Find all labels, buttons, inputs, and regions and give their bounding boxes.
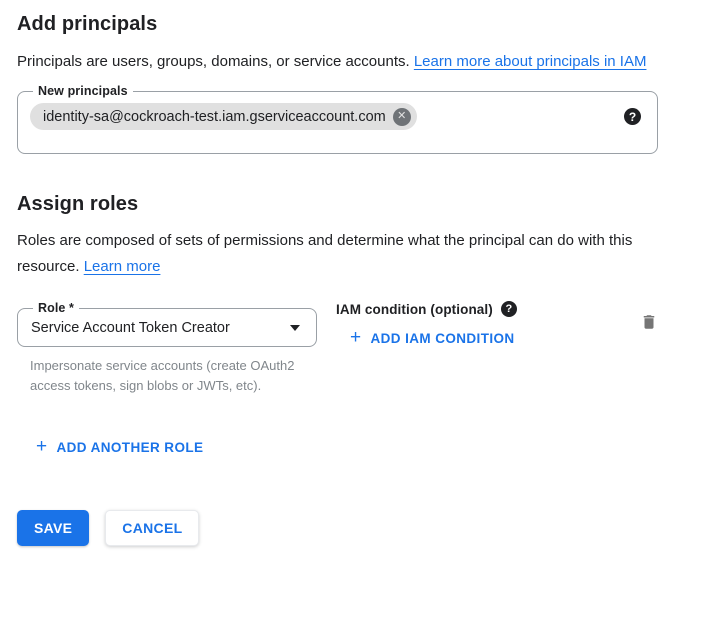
roles-description: Roles are composed of sets of permission… <box>17 228 658 280</box>
role-select[interactable]: Service Account Token Creator <box>30 317 304 336</box>
add-principals-panel: Add principals Principals are users, gro… <box>0 0 713 546</box>
chip-remove-icon[interactable]: ✕ <box>393 108 411 126</box>
principal-chip-text: identity-sa@cockroach-test.iam.gservicea… <box>43 109 386 125</box>
learn-more-roles-link[interactable]: Learn more <box>84 258 161 275</box>
role-label: Role * <box>33 301 79 315</box>
iam-condition-label: IAM condition (optional) <box>336 302 493 317</box>
add-another-role-label: ADD ANOTHER ROLE <box>57 440 204 455</box>
role-helper-text: Impersonate service accounts (create OAu… <box>30 356 302 396</box>
role-row: Role * Service Account Token Creator Imp… <box>17 301 658 396</box>
learn-more-principals-link[interactable]: Learn more about principals in IAM <box>414 53 647 70</box>
page-title: Add principals <box>17 13 658 36</box>
principals-help-icon[interactable]: ? <box>624 108 641 125</box>
new-principals-content: identity-sa@cockroach-test.iam.gservicea… <box>30 103 645 130</box>
iam-condition-label-row: IAM condition (optional) ? <box>336 301 640 317</box>
principals-description: Principals are users, groups, domains, o… <box>17 49 658 75</box>
iam-condition-column: IAM condition (optional) ? + ADD IAM CON… <box>317 301 640 349</box>
delete-role-button[interactable] <box>640 311 658 336</box>
add-another-role-button[interactable]: + ADD ANOTHER ROLE <box>36 438 203 457</box>
principals-description-text: Principals are users, groups, domains, o… <box>17 53 414 70</box>
role-selected-value: Service Account Token Creator <box>31 320 230 336</box>
plus-icon: + <box>350 328 362 347</box>
chevron-down-icon <box>290 325 300 331</box>
role-column: Role * Service Account Token Creator Imp… <box>17 301 317 396</box>
role-select-field[interactable]: Role * Service Account Token Creator <box>17 301 317 347</box>
dialog-actions: SAVE CANCEL <box>17 510 658 546</box>
add-iam-condition-button[interactable]: + ADD IAM CONDITION <box>350 329 515 348</box>
iam-condition-help-icon[interactable]: ? <box>501 301 517 317</box>
assign-roles-title: Assign roles <box>17 193 658 216</box>
new-principals-label: New principals <box>33 84 133 98</box>
add-iam-condition-label: ADD IAM CONDITION <box>371 331 515 346</box>
cancel-button[interactable]: CANCEL <box>105 510 199 546</box>
plus-icon: + <box>36 437 48 456</box>
principal-chip: identity-sa@cockroach-test.iam.gservicea… <box>30 103 417 130</box>
save-button[interactable]: SAVE <box>17 510 89 546</box>
trash-icon <box>640 311 658 333</box>
new-principals-field[interactable]: New principals identity-sa@cockroach-tes… <box>17 84 658 154</box>
